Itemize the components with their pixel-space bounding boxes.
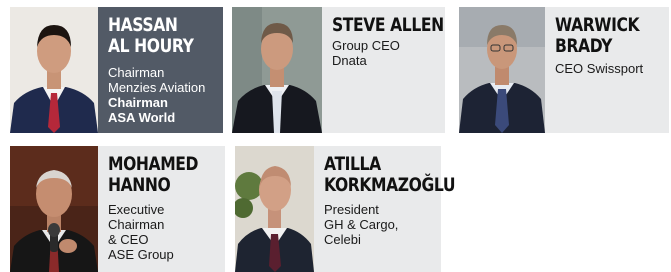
- role-line: Group CEO: [332, 38, 400, 53]
- name-line: ATILLA: [324, 153, 381, 175]
- role-line: ASA World: [108, 110, 176, 125]
- speaker-name: HASSAN AL HOURY: [108, 15, 215, 57]
- speaker-card-steve-allen: STEVE ALLEN Group CEO Dnata: [232, 7, 445, 133]
- speaker-roles: Group CEO Dnata: [332, 38, 437, 68]
- role-line: & CEO: [108, 232, 149, 247]
- name-line: HANNO: [108, 174, 171, 196]
- name-line: BRADY: [555, 35, 612, 57]
- speaker-info: STEVE ALLEN Group CEO Dnata: [322, 7, 445, 133]
- name-line: HASSAN: [108, 14, 178, 36]
- speaker-name: STEVE ALLEN: [332, 14, 444, 36]
- speaker-photo: [10, 146, 98, 272]
- speaker-name: ATILLA KORKMAZOĞLU: [324, 153, 456, 196]
- speaker-roles: CEO Swissport: [555, 61, 661, 76]
- speaker-info: ATILLA KORKMAZOĞLU President GH & Cargo,…: [314, 146, 456, 272]
- speaker-roles: President GH & Cargo, Celebi: [324, 202, 433, 247]
- speaker-info: MOHAMED HANNO Executive Chairman & CEO A…: [98, 146, 225, 272]
- speaker-name: MOHAMED HANNO: [108, 154, 217, 196]
- name-line: WARWICK: [555, 14, 640, 36]
- speaker-photo: [235, 146, 314, 272]
- speaker-name: WARWICK BRADY: [555, 15, 661, 57]
- speaker-card-atilla-korkmazoglu: ATILLA KORKMAZOĞLU President GH & Cargo,…: [235, 146, 456, 272]
- name-line: KORKMAZOĞLU: [324, 174, 456, 196]
- name-line: MOHAMED: [108, 153, 199, 175]
- role-line: Chairman: [108, 217, 165, 232]
- role-line: President: [324, 202, 379, 217]
- role-line: Dnata: [332, 53, 367, 68]
- speaker-card-mohamed-hanno: MOHAMED HANNO Executive Chairman & CEO A…: [10, 146, 225, 272]
- speaker-roles: Executive Chairman & CEO ASE Group: [108, 202, 217, 262]
- role-line: ASE Group: [108, 247, 174, 262]
- speaker-photo: [10, 7, 98, 133]
- role-line: Celebi: [324, 232, 361, 247]
- role-line: GH & Cargo,: [324, 217, 399, 232]
- name-line: STEVE ALLEN: [332, 14, 444, 36]
- speaker-card-hassan-al-houry: HASSAN AL HOURY Chairman Menzies Aviatio…: [10, 7, 223, 133]
- speaker-photo: [232, 7, 322, 133]
- speaker-info: HASSAN AL HOURY Chairman Menzies Aviatio…: [98, 7, 223, 133]
- speaker-card-warwick-brady: WARWICK BRADY CEO Swissport: [459, 7, 669, 133]
- role-line: CEO Swissport: [555, 61, 644, 76]
- role-line: Menzies Aviation: [108, 80, 206, 95]
- role-line: Chairman: [108, 65, 165, 80]
- name-line: AL HOURY: [108, 35, 194, 57]
- speaker-roles: Chairman Menzies Aviation Chairman ASA W…: [108, 65, 215, 125]
- speaker-info: WARWICK BRADY CEO Swissport: [545, 7, 669, 133]
- role-line: Chairman: [108, 95, 168, 110]
- speaker-photo: [459, 7, 545, 133]
- role-line: Executive: [108, 202, 165, 217]
